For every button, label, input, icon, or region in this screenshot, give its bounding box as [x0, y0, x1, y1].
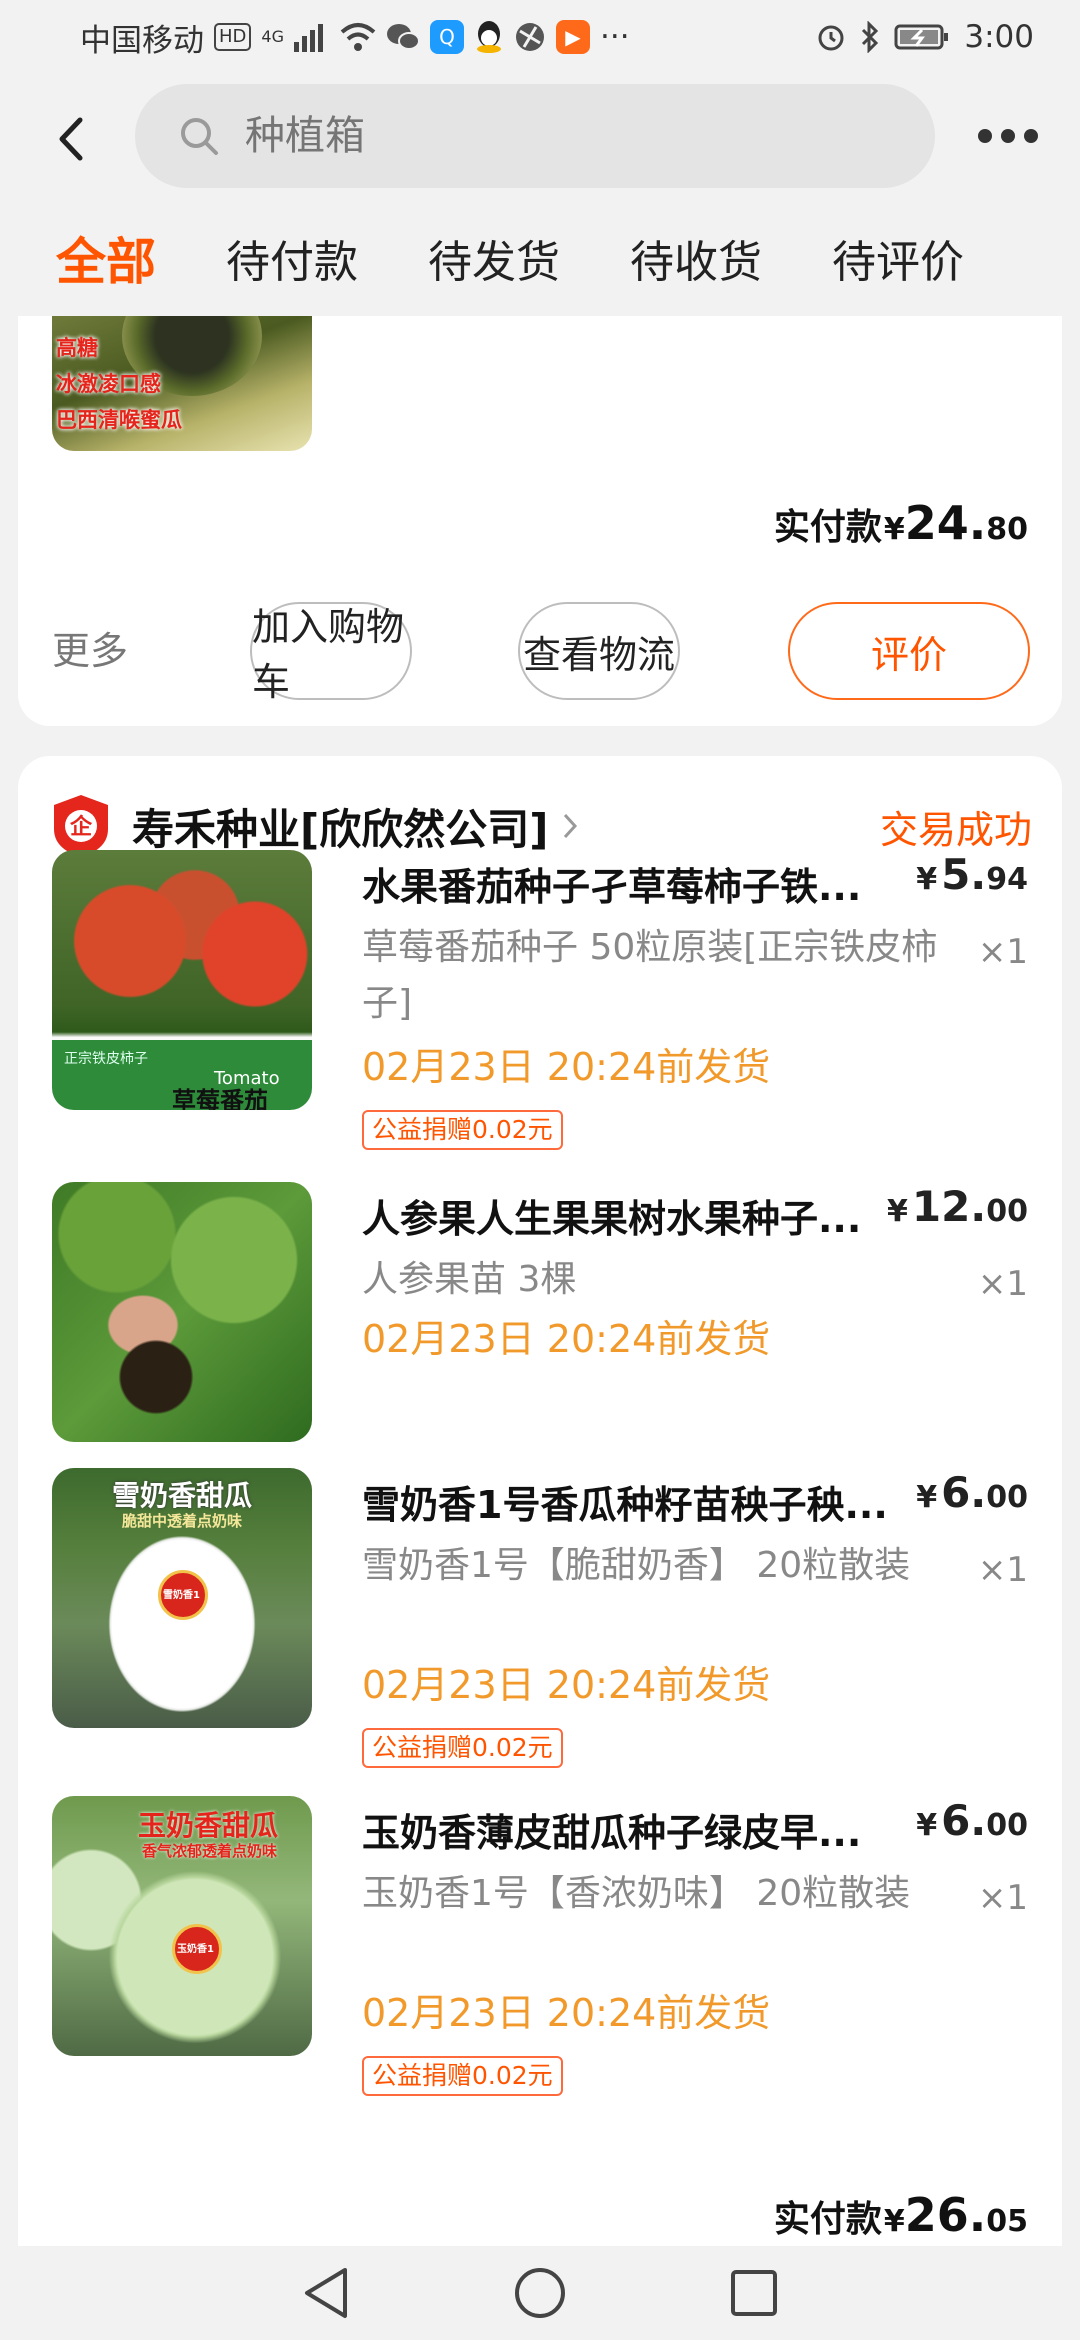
ship-deadline: 02月23日 20:24前发货	[362, 1045, 771, 1089]
status-left: 中国移动 HD 4G Q ▶ ···	[80, 15, 630, 60]
charity-badge: 公益捐赠0.02元	[362, 1728, 563, 1768]
charity-badge: 公益捐赠0.02元	[362, 1110, 563, 1150]
bluetooth-icon	[862, 21, 879, 53]
item-price: ¥ 6. 00	[916, 1796, 1028, 1845]
system-nav-bar	[0, 2246, 1080, 2340]
order-status: 交易成功	[879, 807, 1032, 852]
paid-amount: 实付款 ¥ 24. 80	[774, 496, 1028, 550]
item-title[interactable]: 玉奶香薄皮甜瓜种子绿皮早...	[362, 1802, 892, 1857]
order-card: 企 寿禾种业[欣欣然公司] 交易成功 正宗铁皮柿子 Tomato 草莓番茄 水果番…	[18, 756, 1062, 2246]
more-notifications: ···	[599, 19, 630, 55]
more-options-icon[interactable]	[978, 129, 1038, 143]
nav-back-icon[interactable]	[301, 2266, 351, 2320]
search-header	[0, 74, 1080, 199]
image-tag: 高糖	[56, 336, 98, 360]
add-to-cart-button[interactable]: 加入购物车	[250, 602, 412, 704]
item-spec: 草莓番茄种子 50粒原装[正宗铁皮柿子]	[362, 927, 938, 1024]
order-item[interactable]: 玉奶香甜瓜 香气浓郁透着点奶味 玉奶香1 玉奶香薄皮甜瓜种子绿皮早... ¥ 6…	[52, 1796, 1028, 2096]
item-title[interactable]: 人参果人生果果树水果种子...	[362, 1188, 892, 1243]
video-app-icon: ▶	[555, 20, 590, 54]
status-right: 3:00	[816, 19, 1034, 55]
ship-deadline: 02月23日 20:24前发货	[362, 1663, 771, 1707]
order-item[interactable]: 人参果人生果果树水果种子... ¥ 12. 00 人参果苗 3棵 ×1 02月2…	[52, 1182, 1028, 1442]
carrier-label: 中国移动	[80, 22, 204, 59]
item-spec: 人参果苗 3棵	[362, 1259, 577, 1300]
back-icon[interactable]	[52, 114, 92, 164]
item-quantity: ×1	[977, 1264, 1028, 1304]
search-icon	[181, 118, 218, 155]
item-spec: 玉奶香1号【香浓奶味】 20粒散装	[362, 1873, 911, 1914]
paid-label: 实付款	[773, 507, 882, 548]
order-tabs: 全部 待付款 待发货 待收货 待评价	[0, 199, 1080, 316]
nav-recents-icon[interactable]	[729, 2268, 779, 2318]
tab-pending-receipt[interactable]: 待收货	[630, 226, 762, 290]
product-image[interactable]: 玉奶香甜瓜 香气浓郁透着点奶味 玉奶香1	[52, 1796, 312, 2056]
search-box[interactable]	[135, 84, 935, 188]
search-input[interactable]	[245, 113, 805, 159]
qq-icon	[476, 21, 501, 53]
item-price: ¥ 6. 00	[916, 1468, 1028, 1517]
search-app-icon: Q	[429, 20, 464, 54]
tab-all[interactable]: 全部	[56, 222, 156, 294]
more-link[interactable]: 更多	[52, 620, 128, 675]
currency-symbol: ¥	[883, 2204, 905, 2239]
product-image[interactable]: 正宗铁皮柿子 Tomato 草莓番茄	[52, 850, 312, 1110]
hd-icon: HD	[214, 23, 252, 51]
network-icon: 4G	[261, 27, 284, 46]
paid-decimal: 80	[986, 512, 1028, 547]
paid-decimal: 05	[986, 2204, 1028, 2239]
product-image[interactable]: 高糖 冰激凌口感 巴西清喉蜜瓜	[52, 316, 312, 451]
svg-text:企: 企	[69, 814, 93, 840]
tab-pending-payment[interactable]: 待付款	[226, 226, 358, 290]
ship-deadline: 02月23日 20:24前发货	[362, 1317, 771, 1361]
order-item[interactable]: 正宗铁皮柿子 Tomato 草莓番茄 水果番茄种子孑草莓柿子铁... ¥ 5. 9…	[52, 850, 1028, 1150]
tab-pending-review[interactable]: 待评价	[832, 226, 964, 290]
image-tag: 巴西清喉蜜瓜	[56, 408, 182, 432]
paid-integer: 24.	[904, 496, 987, 550]
paid-amount: 实付款 ¥ 26. 05	[774, 2188, 1028, 2242]
product-image[interactable]: 雪奶香甜瓜 脆甜中透着点奶味 雪奶香1	[52, 1468, 312, 1728]
wechat-icon	[386, 24, 420, 50]
review-button[interactable]: 评价	[788, 602, 1030, 700]
item-price: ¥ 5. 94	[916, 850, 1028, 899]
view-logistics-button[interactable]: 查看物流	[518, 602, 680, 700]
charity-badge: 公益捐赠0.02元	[362, 2056, 563, 2096]
nav-home-icon[interactable]	[513, 2266, 567, 2320]
wifi-icon	[340, 23, 376, 51]
paid-label: 实付款	[773, 2199, 882, 2240]
browser-icon	[515, 23, 544, 51]
paid-integer: 26.	[904, 2188, 987, 2242]
item-title[interactable]: 雪奶香1号香瓜种籽苗秧子秧...	[362, 1474, 892, 1529]
clock: 3:00	[964, 19, 1034, 55]
image-tag: 冰激凌口感	[56, 372, 161, 396]
shop-name[interactable]: 寿禾种业[欣欣然公司]	[132, 796, 548, 857]
status-bar: 中国移动 HD 4G Q ▶ ··· 3:00	[0, 0, 1080, 74]
ship-deadline: 02月23日 20:24前发货	[362, 1991, 771, 2035]
previous-order-card: 高糖 冰激凌口感 巴西清喉蜜瓜 实付款 ¥ 24. 80 更多 加入购物车 查看…	[18, 316, 1062, 726]
item-spec: 雪奶香1号【脆甜奶香】 20粒散装	[362, 1545, 911, 1586]
alarm-icon	[818, 25, 844, 51]
chevron-right-icon	[564, 813, 578, 839]
battery-icon	[894, 24, 949, 50]
item-title[interactable]: 水果番茄种子孑草莓柿子铁...	[362, 856, 892, 911]
item-quantity: ×1	[977, 1550, 1028, 1590]
product-image[interactable]	[52, 1182, 312, 1442]
item-quantity: ×1	[977, 1878, 1028, 1918]
tab-pending-shipment[interactable]: 待发货	[428, 226, 560, 290]
order-item[interactable]: 雪奶香甜瓜 脆甜中透着点奶味 雪奶香1 雪奶香1号香瓜种籽苗秧子秧... ¥ 6…	[52, 1468, 1028, 1768]
item-price: ¥ 12. 00	[886, 1182, 1028, 1231]
item-quantity: ×1	[977, 932, 1028, 972]
signal-icon	[293, 24, 323, 52]
image-caption: 草莓番茄	[172, 1087, 268, 1110]
currency-symbol: ¥	[883, 512, 905, 547]
